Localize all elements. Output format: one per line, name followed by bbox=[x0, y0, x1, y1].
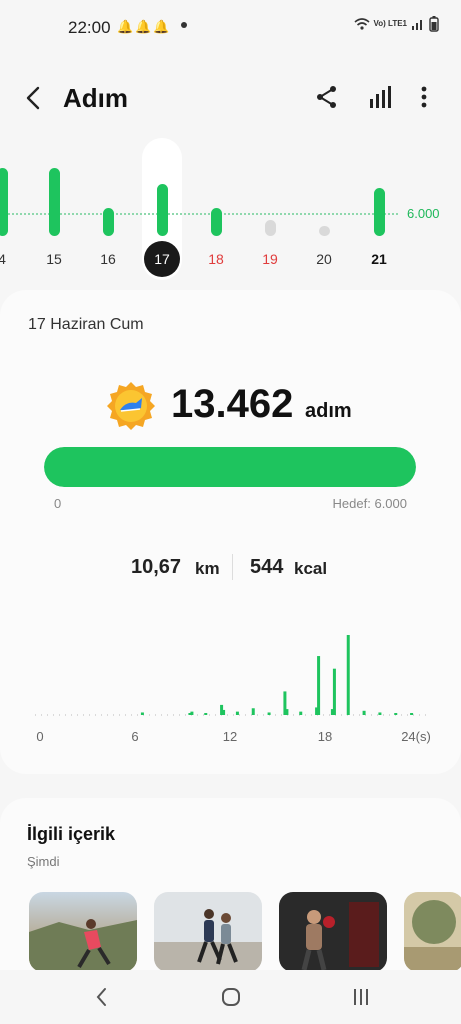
day-label-17[interactable]: 17 bbox=[144, 241, 180, 277]
related-subtitle: Şimdi bbox=[27, 854, 60, 869]
hourly-tick-label: 18 bbox=[318, 729, 332, 744]
day-label-21[interactable]: 21 bbox=[364, 251, 394, 267]
hourly-bar-extra-1 bbox=[332, 668, 336, 715]
day-label-16[interactable]: 16 bbox=[93, 251, 123, 267]
hourly-bar-6 bbox=[140, 712, 144, 715]
day-bar-20[interactable] bbox=[318, 226, 330, 236]
trends-chart-icon[interactable] bbox=[367, 84, 393, 110]
steps-unit: adım bbox=[305, 400, 352, 422]
hourly-bar-22 bbox=[394, 713, 398, 715]
day-bar-18[interactable] bbox=[210, 208, 222, 236]
hourly-bar-19 bbox=[346, 635, 350, 715]
hourly-bar-12 bbox=[235, 711, 239, 715]
back-arrow-icon[interactable] bbox=[20, 84, 48, 112]
day-label-19[interactable]: 19 bbox=[255, 251, 285, 267]
distance-value: 10,67 bbox=[131, 556, 182, 578]
goal-label: 6.000 bbox=[407, 206, 440, 221]
distance-unit: km bbox=[195, 559, 220, 578]
daily-steps-chart: 6.000 4 15 16 17 18 19 20 21 bbox=[0, 136, 461, 286]
battery-icon bbox=[429, 16, 439, 32]
hourly-bar-23 bbox=[410, 713, 414, 715]
goal-progress-bar bbox=[44, 447, 416, 487]
stats-divider bbox=[232, 554, 233, 580]
hourly-bar-extra-2 bbox=[222, 709, 226, 715]
day-label-18[interactable]: 18 bbox=[201, 251, 231, 267]
day-bar-4[interactable] bbox=[0, 168, 8, 236]
daily-summary-card: 17 Haziran Cum 13.462 adım 0 Hedef: 6.00… bbox=[0, 290, 461, 774]
related-title: İlgili içerik bbox=[27, 824, 116, 844]
app-bar: Adım bbox=[0, 70, 461, 126]
hourly-bar-21 bbox=[378, 712, 382, 715]
day-bar-19[interactable] bbox=[264, 220, 276, 236]
hourly-bar-10 bbox=[204, 713, 208, 715]
hourly-bar-extra-3 bbox=[285, 709, 289, 715]
status-bar: 22:00 🔔🔔🔔 Vo) LTE1 bbox=[0, 0, 461, 56]
day-label-4[interactable]: 4 bbox=[0, 251, 17, 267]
day-label-20[interactable]: 20 bbox=[309, 251, 339, 267]
calories-unit: kcal bbox=[294, 559, 328, 578]
hourly-steps-chart: 0 6 12 18 24(s) bbox=[35, 635, 431, 744]
related-thumbnail-couple-running[interactable] bbox=[154, 892, 262, 972]
calories-value: 544 bbox=[250, 556, 284, 578]
hourly-tick-label: 0 bbox=[36, 729, 43, 744]
hourly-tick-label: 24(s) bbox=[401, 729, 431, 744]
status-icons: Vo) LTE1 bbox=[353, 16, 439, 32]
day-label-15[interactable]: 15 bbox=[39, 251, 69, 267]
related-thumbnail-runner[interactable] bbox=[29, 892, 137, 972]
hourly-bar-16 bbox=[299, 711, 303, 715]
hourly-bar-extra-4 bbox=[190, 711, 194, 715]
notification-bell-icons: 🔔🔔🔔 bbox=[117, 19, 172, 34]
hourly-bar-13 bbox=[251, 708, 255, 715]
more-notifications-dot bbox=[181, 22, 187, 28]
related-thumbnail-boxing[interactable] bbox=[279, 892, 387, 972]
goal-progress-fill bbox=[44, 447, 416, 487]
hourly-bar-14 bbox=[267, 712, 271, 715]
signal-icon bbox=[412, 20, 422, 30]
network-type-label: Vo) LTE1 bbox=[373, 19, 407, 28]
progress-goal-label: Hedef: 6.000 bbox=[332, 496, 407, 511]
page-title: Adım bbox=[63, 83, 128, 113]
share-icon[interactable] bbox=[314, 84, 340, 110]
day-bar-21[interactable] bbox=[373, 188, 385, 236]
day-bar-17[interactable] bbox=[156, 184, 168, 236]
status-time: 22:00 bbox=[68, 18, 111, 37]
hourly-tick-label: 6 bbox=[131, 729, 138, 744]
more-options-icon[interactable] bbox=[414, 84, 434, 110]
day-bar-16[interactable] bbox=[102, 208, 114, 236]
day-bar-15[interactable] bbox=[48, 168, 60, 236]
selected-date: 17 Haziran Cum bbox=[28, 316, 144, 333]
nav-recent-apps-icon[interactable] bbox=[351, 987, 371, 1007]
goal-achieved-badge-icon bbox=[107, 382, 155, 430]
nav-back-icon[interactable] bbox=[92, 986, 112, 1008]
system-navigation-bar bbox=[0, 970, 461, 1024]
goal-line bbox=[0, 213, 398, 215]
hourly-tick-label: 12 bbox=[223, 729, 237, 744]
progress-min-label: 0 bbox=[54, 496, 62, 511]
related-thumbnail-outdoor[interactable] bbox=[404, 892, 461, 972]
hourly-bar-20 bbox=[362, 710, 366, 715]
wifi-icon bbox=[353, 18, 370, 30]
hourly-bar-extra-0 bbox=[317, 656, 321, 715]
steps-count: 13.462 bbox=[171, 382, 294, 426]
nav-home-icon[interactable] bbox=[221, 987, 241, 1007]
